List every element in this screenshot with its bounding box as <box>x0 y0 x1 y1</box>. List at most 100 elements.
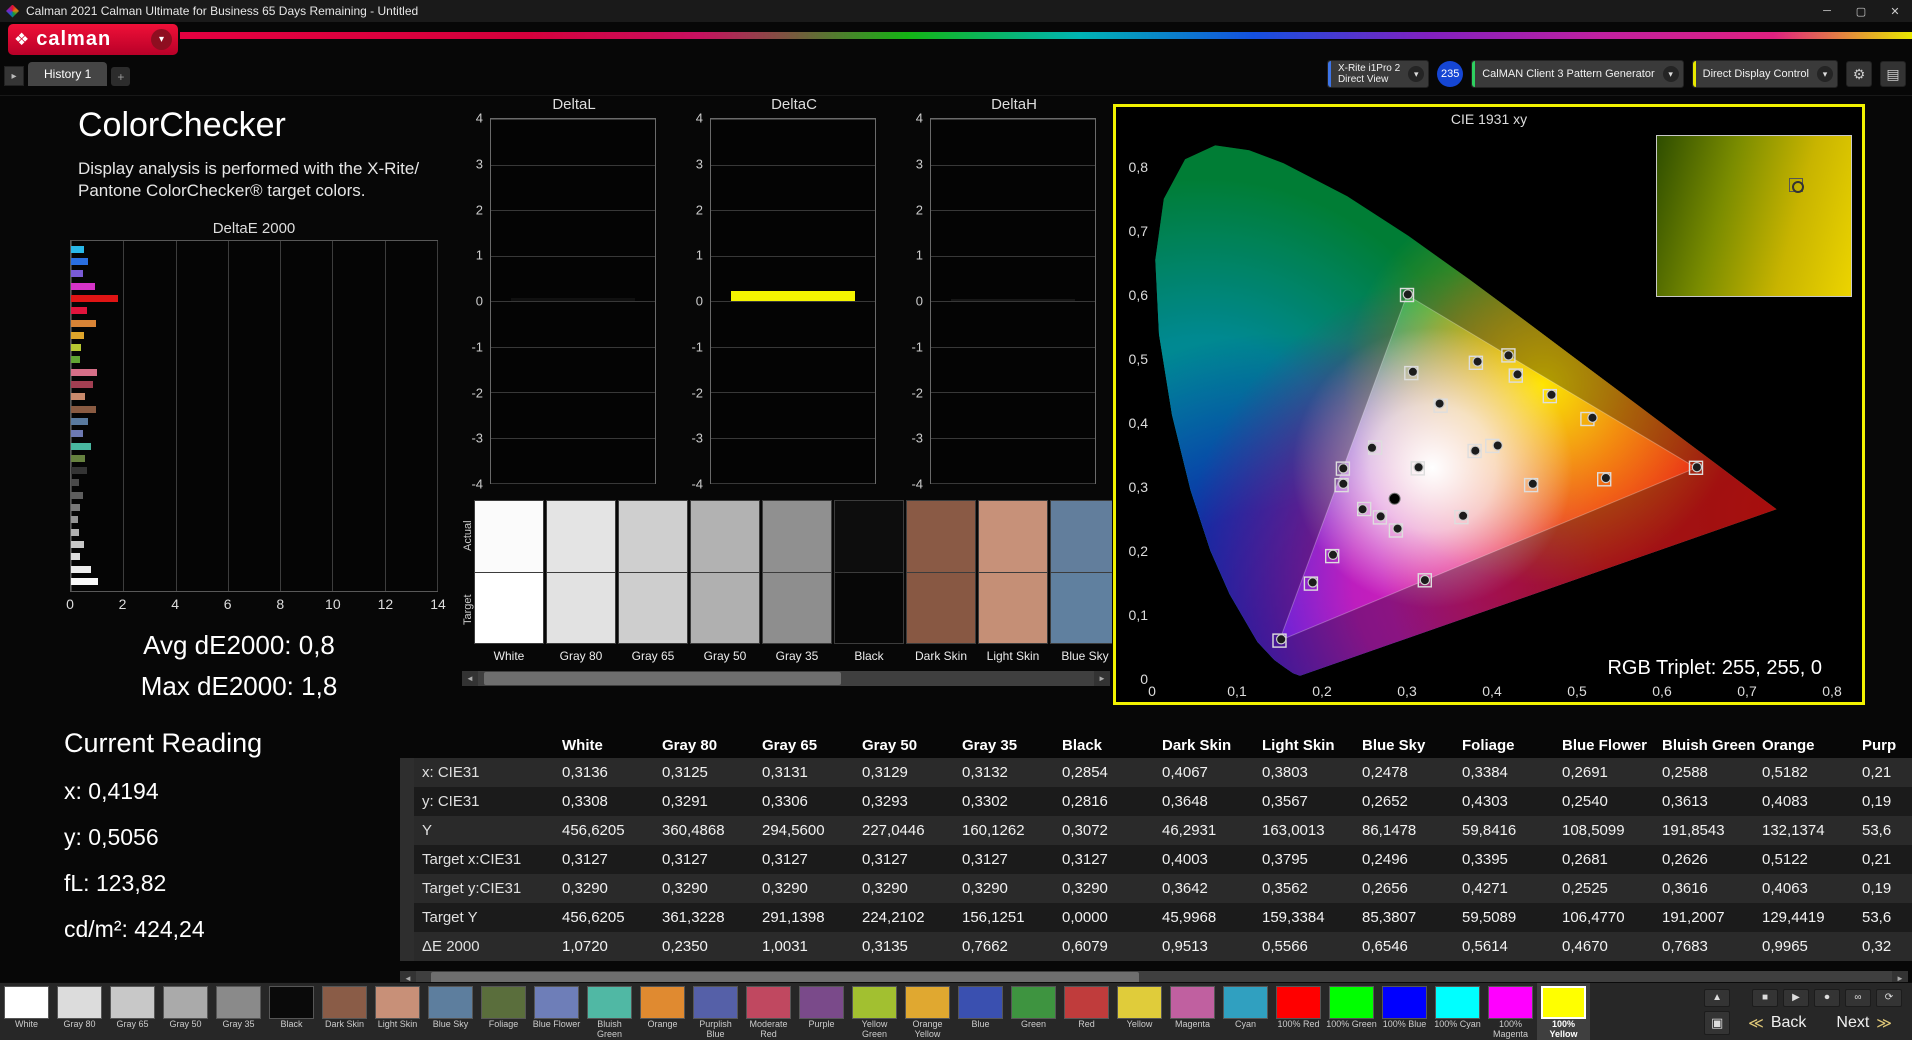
deltae-bar <box>71 479 79 487</box>
table-cell: 129,4419 <box>1762 909 1825 926</box>
pattern-swatch-moderate-red[interactable]: Moderate Red <box>742 983 795 1040</box>
chevron-down-icon[interactable]: ▾ <box>1408 66 1425 82</box>
table-row[interactable]: Target y:CIE31 0,3290 0,3290 0,3290 0,3290 0,… <box>414 874 1912 903</box>
calman-logo-button[interactable]: ❖ calman ▾ <box>8 24 178 55</box>
measured-point <box>1691 462 1703 473</box>
cie-y-tick: 0,7 <box>1128 223 1148 239</box>
table-row[interactable]: ΔE 2000 1,0720 0,2350 1,0031 0,3135 0,7662 0,6… <box>414 932 1912 961</box>
deltae-bar <box>71 454 86 462</box>
pattern-swatch-foliage[interactable]: Foliage <box>477 983 530 1040</box>
tab-bar: ▸ History 1 + <box>4 62 131 86</box>
pattern-generator-dropdown[interactable]: CalMAN Client 3 Pattern Generator ▾ <box>1471 60 1684 88</box>
table-cell: 0,3132 <box>962 764 1008 781</box>
record-icon[interactable]: ⏺ <box>1814 988 1840 1007</box>
play-icon[interactable]: ▶ <box>1783 988 1809 1007</box>
table-row[interactable]: Y 456,6205 360,4868 294,5600 227,0446 160,126… <box>414 816 1912 845</box>
row-label: Target Y <box>422 909 478 926</box>
title-bar: Calman 2021 Calman Ultimate for Business… <box>0 0 1912 22</box>
delta-chart-deltal: DeltaL 4 3 2 1 0 -1 -2 -3 -4 <box>462 96 658 492</box>
meter-status-badge[interactable]: 235 <box>1437 61 1464 87</box>
back-button[interactable]: ≪ Back <box>1738 1011 1816 1035</box>
pattern-label: Gray 35 <box>222 1019 255 1029</box>
gridline <box>491 392 655 393</box>
minimize-icon[interactable]: ─ <box>1810 0 1844 22</box>
pattern-swatch-100-cyan[interactable]: 100% Cyan <box>1431 983 1484 1040</box>
pattern-swatch-gray-65[interactable]: Gray 65 <box>106 983 159 1040</box>
table-cell: 46,2931 <box>1162 822 1217 839</box>
pattern-color-chip <box>1488 986 1533 1019</box>
pattern-swatch-100-blue[interactable]: 100% Blue <box>1378 983 1431 1040</box>
table-cell: 0,3308 <box>562 793 608 810</box>
meter-dropdown[interactable]: X-Rite i1Pro 2 Direct View ▾ <box>1326 60 1430 88</box>
pattern-swatch-red[interactable]: Red <box>1060 983 1113 1040</box>
table-cell: 0,21 <box>1862 851 1892 868</box>
deltae-bar <box>71 467 87 475</box>
pattern-swatch-orange-yellow[interactable]: Orange Yellow <box>901 983 954 1040</box>
chevron-down-icon[interactable]: ▾ <box>1817 66 1833 82</box>
pattern-swatch-100-red[interactable]: 100% Red <box>1272 983 1325 1040</box>
next-button[interactable]: Next ≫ <box>1826 1011 1902 1035</box>
gear-icon[interactable]: ⚙ <box>1846 61 1872 87</box>
pattern-color-chip <box>428 986 473 1019</box>
pattern-swatch-green[interactable]: Green <box>1007 983 1060 1040</box>
pattern-swatch-gray-35[interactable]: Gray 35 <box>212 983 265 1040</box>
pattern-swatch-bluish-green[interactable]: Bluish Green <box>583 983 636 1040</box>
gridline <box>491 483 655 484</box>
scroll-up-icon[interactable]: ▲ <box>1704 988 1731 1007</box>
tab-history-1[interactable]: History 1 <box>28 62 108 86</box>
layout-icon[interactable]: ▤ <box>1880 61 1906 87</box>
maximize-icon[interactable]: ▢ <box>1844 0 1878 22</box>
display-control-dropdown[interactable]: Direct Display Control ▾ <box>1691 60 1838 88</box>
swatch-strip-scrollbar[interactable]: ◄ ► <box>462 671 1110 686</box>
add-tab-button[interactable]: + <box>111 67 131 86</box>
target-color <box>618 572 688 644</box>
swatch-label: Gray 35 <box>775 649 819 663</box>
pattern-swatch-blue[interactable]: Blue <box>954 983 1007 1040</box>
pattern-swatch-orange[interactable]: Orange <box>636 983 689 1040</box>
table-cell: 45,9968 <box>1162 909 1217 926</box>
pattern-swatch-100-yellow[interactable]: 100% Yellow <box>1537 983 1590 1040</box>
pattern-swatch-cyan[interactable]: Cyan <box>1219 983 1272 1040</box>
table-row[interactable]: Target Y 456,6205 361,3228 291,1398 224,2102… <box>414 903 1912 932</box>
pattern-swatch-white[interactable]: White <box>0 983 53 1040</box>
window-toggle-icon[interactable]: ▣ <box>1704 1010 1731 1035</box>
column-header: Dark Skin <box>1162 736 1232 754</box>
pattern-swatch-blue-flower[interactable]: Blue Flower <box>530 983 583 1040</box>
display-control-label: Direct Display Control <box>1702 68 1809 80</box>
pattern-swatch-blue-sky[interactable]: Blue Sky <box>424 983 477 1040</box>
pattern-swatch-black[interactable]: Black <box>265 983 318 1040</box>
pattern-swatch-dark-skin[interactable]: Dark Skin <box>318 983 371 1040</box>
pattern-swatch-yellow[interactable]: Yellow <box>1113 983 1166 1040</box>
logo-menu-button[interactable]: ▾ <box>151 29 172 50</box>
scrollbar-track[interactable] <box>478 671 1094 686</box>
pattern-swatch-magenta[interactable]: Magenta <box>1166 983 1219 1040</box>
stop-icon[interactable]: ■ <box>1752 988 1778 1007</box>
scroll-right-icon[interactable]: ► <box>1094 671 1110 686</box>
table-cell: 0,2588 <box>1662 764 1708 781</box>
tab-nav-icon[interactable]: ▸ <box>4 66 24 86</box>
pattern-swatch-light-skin[interactable]: Light Skin <box>371 983 424 1040</box>
gridline <box>931 392 1095 393</box>
pattern-swatch-gray-50[interactable]: Gray 50 <box>159 983 212 1040</box>
scroll-left-icon[interactable]: ◄ <box>462 671 478 686</box>
chevron-down-icon[interactable]: ▾ <box>1662 66 1679 82</box>
link-icon[interactable]: ∞ <box>1845 988 1871 1007</box>
delta-chart-body: 4 3 2 1 0 -1 -2 -3 -4 <box>682 111 878 492</box>
actual-color <box>906 500 976 572</box>
pattern-swatch-purplish-blue[interactable]: Purplish Blue <box>689 983 742 1040</box>
table-row[interactable]: x: CIE31 0,3136 0,3125 0,3131 0,3129 0,3132 0,… <box>414 758 1912 787</box>
scrollbar-thumb[interactable] <box>484 672 842 685</box>
pattern-swatch-100-green[interactable]: 100% Green <box>1325 983 1378 1040</box>
pattern-swatch-yellow-green[interactable]: Yellow Green <box>848 983 901 1040</box>
y-tick-label: -1 <box>911 339 923 355</box>
table-row[interactable]: Target x:CIE31 0,3127 0,3127 0,3127 0,3127 0,… <box>414 845 1912 874</box>
gridline <box>931 483 1095 484</box>
measured-point <box>1434 398 1445 409</box>
pattern-swatch-purple[interactable]: Purple <box>795 983 848 1040</box>
table-row[interactable]: y: CIE31 0,3308 0,3291 0,3306 0,3293 0,3302 0,… <box>414 787 1912 816</box>
pattern-swatch-100-magenta[interactable]: 100% Magenta <box>1484 983 1537 1040</box>
table-cell: 0,3291 <box>662 793 708 810</box>
refresh-icon[interactable]: ⟳ <box>1876 988 1902 1007</box>
close-icon[interactable]: ✕ <box>1878 0 1912 22</box>
pattern-swatch-gray-80[interactable]: Gray 80 <box>53 983 106 1040</box>
